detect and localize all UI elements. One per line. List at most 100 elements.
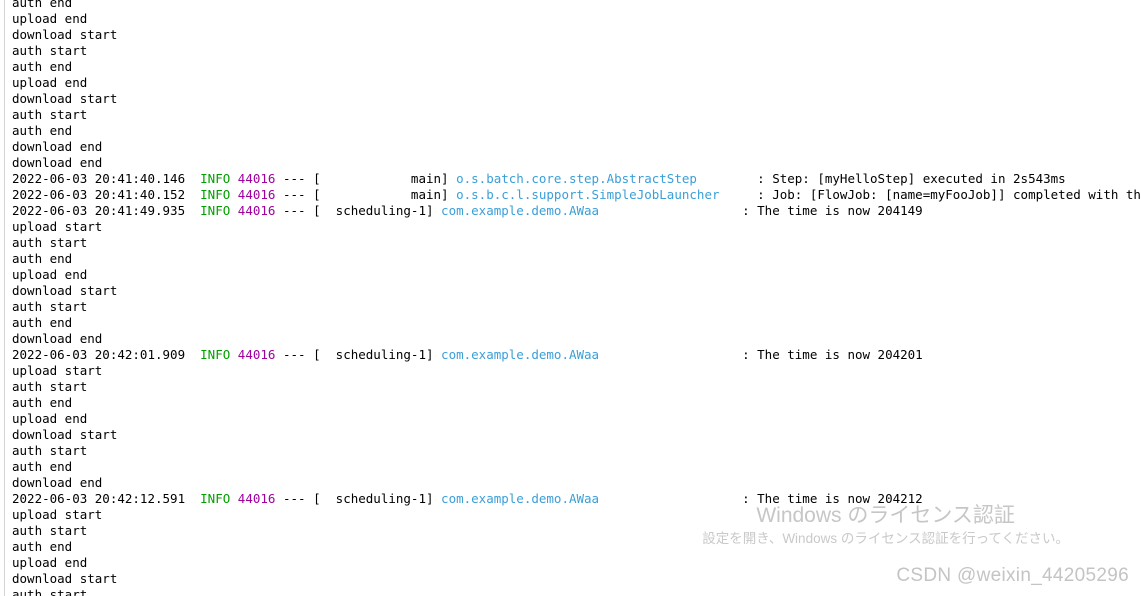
log-thread: main [410,187,442,202]
console-plain-line: auth start [0,443,1141,459]
console-plain-line: auth end [0,59,1141,75]
console-plain-line: download start [0,571,1141,587]
log-pid: 44016 [237,491,276,506]
console-plain-line: auth end [0,395,1141,411]
console-log-entry: 2022-06-03 20:41:40.152 INFO 44016 --- [… [0,187,1141,203]
console-line-text: download start [12,91,118,106]
log-message: : The time is now 204201 [742,347,923,362]
console-plain-line: download end [0,155,1141,171]
log-dashes: --- [282,187,306,202]
console-log-list: auth end upload end download start auth sta… [0,0,1141,596]
console-plain-line: auth end [0,0,1141,11]
log-dashes: --- [282,203,306,218]
console-plain-line: download start [0,283,1141,299]
console-plain-line: auth start [0,379,1141,395]
log-message: : The time is now 204212 [742,491,923,506]
console-line-text: download end [12,475,103,490]
console-line-text: upload end [12,267,88,282]
console-line-text: auth start [12,443,88,458]
log-message: : Step: [myHelloStep] executed in 2s543m… [757,171,1066,186]
log-thread: main [410,171,442,186]
console-line-text: download end [12,139,103,154]
console-plain-line: auth start [0,299,1141,315]
log-dashes: --- [282,171,306,186]
console-plain-line: upload end [0,555,1141,571]
console-line-text: auth end [12,539,73,554]
console-line-text: download start [12,283,118,298]
log-timestamp: 2022-06-03 20:41:40.152 [12,187,186,202]
log-logger: com.example.demo.AWaa [441,203,600,218]
log-logger: com.example.demo.AWaa [441,491,600,506]
log-level: INFO [200,347,231,362]
console-plain-line: upload start [0,363,1141,379]
console-line-text: auth start [12,235,88,250]
console-plain-line: auth end [0,315,1141,331]
console-log-entry: 2022-06-03 20:41:40.146 INFO 44016 --- [… [12,171,1066,186]
console-plain-line: auth start [0,107,1141,123]
log-thread: scheduling-1 [335,491,426,506]
log-pid: 44016 [237,203,276,218]
console-plain-line: upload end [0,11,1141,27]
console-plain-line: auth end [0,539,1141,555]
log-pid: 44016 [237,171,276,186]
console-plain-line: upload start [0,219,1141,235]
console-line-text: upload start [12,507,103,522]
console-line-text: auth end [12,315,73,330]
console-line-text: download start [12,571,118,586]
console-log-entry: 2022-06-03 20:41:49.935 INFO 44016 --- [… [12,203,923,218]
console-line-text: download start [12,27,118,42]
log-logger: com.example.demo.AWaa [441,347,600,362]
log-timestamp: 2022-06-03 20:41:49.935 [12,203,186,218]
log-dashes: --- [282,347,306,362]
console-line-text: upload start [12,219,103,234]
console-plain-line: download end [0,475,1141,491]
log-timestamp: 2022-06-03 20:42:01.909 [12,347,186,362]
console-line-text: auth start [12,43,88,58]
console-plain-line: download end [0,331,1141,347]
console-line-text: auth end [12,59,73,74]
log-thread: scheduling-1 [335,347,426,362]
console-line-text: auth start [12,107,88,122]
log-level: INFO [200,171,231,186]
console-output-panel[interactable]: auth end upload end download start auth sta… [0,0,1141,596]
console-plain-line: upload start [0,507,1141,523]
console-plain-line: download start [0,27,1141,43]
log-timestamp: 2022-06-03 20:42:12.591 [12,491,186,506]
console-plain-line: auth start [0,587,1141,596]
log-level: INFO [200,187,231,202]
console-plain-line: auth start [0,523,1141,539]
console-plain-line: upload end [0,411,1141,427]
console-line-text: upload end [12,411,88,426]
console-line-text: auth end [12,459,73,474]
console-plain-line: download start [0,427,1141,443]
log-message: : The time is now 204149 [742,203,923,218]
console-plain-line: auth start [0,43,1141,59]
console-line-text: download start [12,427,118,442]
log-level: INFO [200,491,231,506]
log-thread: scheduling-1 [335,203,426,218]
log-pid: 44016 [237,187,276,202]
console-log-entry: 2022-06-03 20:42:12.591 INFO 44016 --- [… [12,491,923,506]
console-plain-line: upload end [0,75,1141,91]
console-line-text: auth end [12,395,73,410]
console-line-text: auth start [12,587,88,596]
console-line-text: auth start [12,523,88,538]
log-logger: o.s.b.c.l.support.SimpleJobLauncher [456,187,720,202]
console-line-text: auth start [12,299,88,314]
console-line-text: download end [12,331,103,346]
console-line-text: auth end [12,251,73,266]
console-plain-line: auth end [0,123,1141,139]
console-line-text: download end [12,155,103,170]
log-dashes: --- [282,491,306,506]
console-line-text: upload end [12,11,88,26]
console-plain-line: upload end [0,267,1141,283]
console-line-text: auth end [12,0,73,10]
console-log-entry: 2022-06-03 20:42:01.909 INFO 44016 --- [… [12,347,923,362]
console-line-text: auth end [12,123,73,138]
console-line-text: upload start [12,363,103,378]
log-logger: o.s.batch.core.step.AbstractStep [456,171,697,186]
console-plain-line: auth end [0,459,1141,475]
log-level: INFO [200,203,231,218]
console-plain-line: download start [0,91,1141,107]
console-line-text: upload end [12,555,88,570]
